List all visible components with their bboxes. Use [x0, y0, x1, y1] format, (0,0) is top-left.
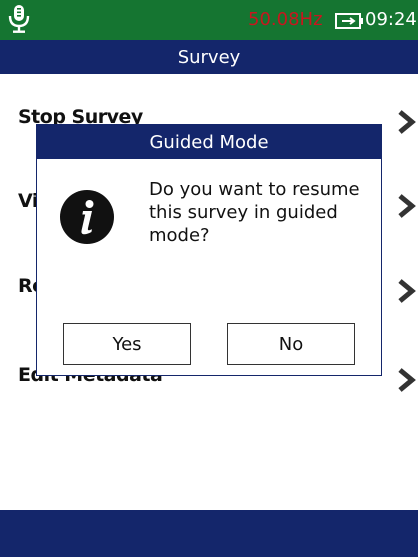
frequency-readout: 50.08Hz: [248, 9, 323, 30]
clock-time: 09:24: [365, 9, 417, 30]
info-icon: [60, 190, 114, 244]
dialog-message: Do you want to resume this survey in gui…: [149, 179, 360, 246]
yes-button[interactable]: Yes: [63, 323, 191, 365]
chevron-right-icon: [398, 110, 416, 134]
chevron-right-icon: [398, 368, 416, 392]
title-bar: Survey: [0, 40, 418, 74]
chevron-right-icon: [398, 279, 416, 303]
menu-item-label: Vi: [18, 190, 38, 212]
microphone-icon: [8, 5, 30, 33]
no-button[interactable]: No: [227, 323, 355, 365]
dialog-header: Guided Mode: [37, 125, 381, 159]
dialog-title: Guided Mode: [149, 132, 269, 153]
page-title: Survey: [177, 47, 241, 68]
chevron-right-icon: [398, 194, 416, 218]
bottom-bar: [0, 510, 418, 557]
status-bar: 50.08Hz 09:24: [0, 0, 418, 40]
guided-mode-dialog: Guided Mode Do you want to resume this s…: [36, 124, 382, 376]
battery-icon: [335, 13, 363, 29]
